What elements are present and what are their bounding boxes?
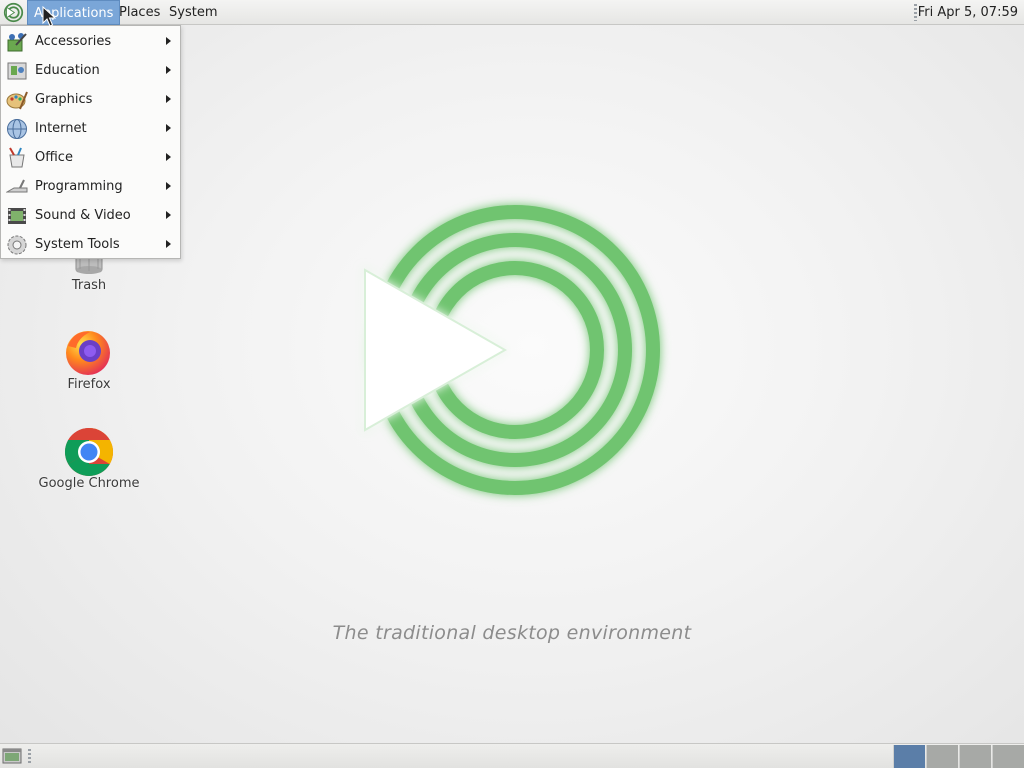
menu-item-label: Programming [35, 179, 123, 194]
submenu-arrow-icon [166, 95, 171, 103]
submenu-arrow-icon [166, 182, 171, 190]
submenu-arrow-icon [166, 240, 171, 248]
menu-item-label: Office [35, 150, 73, 165]
menu-item-accessories[interactable]: Accessories [2, 27, 179, 56]
mouse-cursor-icon [42, 6, 56, 27]
mate-logo-icon[interactable] [3, 2, 24, 23]
applications-menu[interactable]: Applications [27, 0, 121, 25]
places-menu[interactable]: Places [113, 0, 166, 25]
submenu-arrow-icon [166, 124, 171, 132]
menu-item-office[interactable]: Office [2, 143, 179, 172]
menu-item-internet[interactable]: Internet [2, 114, 179, 143]
menu-item-label: Internet [35, 121, 87, 136]
bottom-panel [0, 743, 1024, 768]
menu-item-education[interactable]: Education [2, 56, 179, 85]
panel-handle[interactable] [914, 4, 917, 21]
graphics-icon [6, 91, 28, 110]
workspace-1[interactable] [893, 745, 925, 768]
chrome-icon [64, 427, 114, 477]
system-menu[interactable]: System [163, 0, 223, 25]
desktop-icon-label: Google Chrome [38, 476, 140, 491]
wallpaper-tagline: The traditional desktop environment [332, 622, 692, 644]
panel-handle[interactable] [28, 749, 31, 764]
menu-item-label: System Tools [35, 237, 120, 252]
menu-item-label: Education [35, 63, 100, 78]
education-icon [7, 62, 27, 80]
submenu-arrow-icon [166, 153, 171, 161]
workspace-4[interactable] [992, 745, 1024, 768]
workspace-2[interactable] [926, 745, 958, 768]
menu-item-label: Sound & Video [35, 208, 131, 223]
programming-icon [6, 179, 28, 193]
menu-item-label: Accessories [35, 34, 112, 49]
clock[interactable]: Fri Apr 5, 07:59 [918, 0, 1018, 25]
workspace-3[interactable] [959, 745, 991, 768]
office-icon [9, 147, 25, 168]
submenu-arrow-icon [166, 37, 171, 45]
desktop-icon-label: Trash [71, 278, 107, 293]
submenu-arrow-icon [166, 66, 171, 74]
firefox-icon [66, 331, 110, 375]
mate-wallpaper-logo [364, 205, 660, 495]
menu-item-programming[interactable]: Programming [2, 172, 179, 201]
internet-icon [7, 119, 27, 139]
system-tools-icon [7, 235, 27, 255]
accessories-icon [7, 33, 27, 52]
show-desktop-icon[interactable] [2, 747, 22, 765]
menu-item-graphics[interactable]: Graphics [2, 85, 179, 114]
menu-item-system-tools[interactable]: System Tools [2, 230, 179, 259]
menu-item-sound-video[interactable]: Sound & Video [2, 201, 179, 230]
top-panel: Applications Places System Fri Apr 5, 07… [0, 0, 1024, 25]
menu-item-label: Graphics [35, 92, 93, 107]
submenu-arrow-icon [166, 211, 171, 219]
sound-video-icon [8, 208, 26, 224]
desktop-icon-label: Firefox [67, 377, 111, 392]
applications-dropdown: Accessories Education Graphics Internet [0, 25, 181, 259]
